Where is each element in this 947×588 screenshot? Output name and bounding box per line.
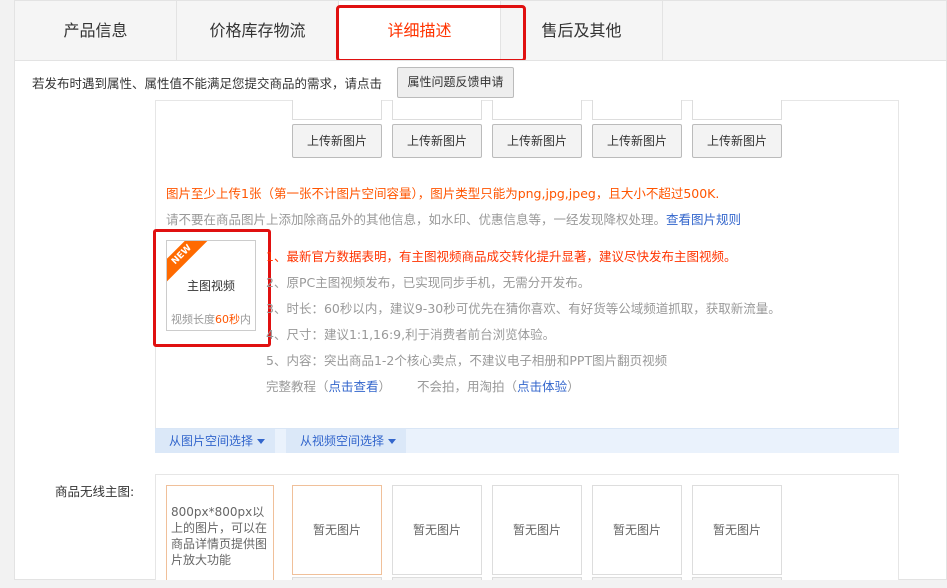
taopai-link[interactable]: 点击体验 [517, 379, 567, 394]
mobile-image-hint: 800px*800px以上的图片，可以在商品详情页提供图片放大功能 [166, 485, 274, 585]
attribute-notice: 若发布时遇到属性、属性值不能满足您提交商品的需求，请点击 [32, 76, 383, 91]
page-bottom-edge [0, 580, 947, 588]
tab-bar: 产品信息 价格库存物流 详细描述 售后及其他 [14, 0, 947, 61]
mobile-image-slot-1[interactable]: 暂无图片 [292, 485, 382, 575]
video-length-prefix: 视频长度 [171, 313, 215, 326]
tutorial-link[interactable]: 点击查看 [329, 379, 379, 394]
taopai-prefix: 不会拍，用淘拍（ [417, 379, 518, 394]
upload-image-button-3[interactable]: 上传新图片 [492, 124, 582, 158]
image-space-label: 从图片空间选择 [169, 434, 254, 448]
image-space-dropdown[interactable]: 从图片空间选择 [155, 429, 276, 453]
image-rules-link[interactable]: 查看图片规则 [666, 212, 741, 227]
video-space-dropdown[interactable]: 从视频空间选择 [286, 429, 407, 453]
video-length-suffix: 内 [240, 313, 251, 326]
video-length-value: 60秒 [215, 313, 240, 326]
video-tutorial-row: 完整教程（点击查看） 不会拍，用淘拍（点击体验） [266, 379, 781, 405]
tab-after-sales[interactable]: 售后及其他 [501, 1, 663, 61]
image-slot-1[interactable] [292, 100, 382, 120]
image-slot-3[interactable] [492, 100, 582, 120]
image-requirement-warning: 图片至少上传1张（第一张不计图片空间容量），图片类型只能为png,jpg,jpe… [166, 186, 720, 201]
chevron-down-icon [257, 439, 266, 444]
mobile-image-slot-3[interactable]: 暂无图片 [492, 485, 582, 575]
main-video-upload[interactable]: NEW 主图视频 视频长度60秒内 [166, 240, 256, 331]
attribute-feedback-button[interactable]: 属性问题反馈申请 [397, 67, 514, 98]
tutorial-prefix: 完整教程（ [266, 379, 329, 394]
tutorial-suffix: ） [378, 379, 392, 394]
mobile-main-image-label: 商品无线主图: [55, 484, 135, 499]
tab-detailed-description[interactable]: 详细描述 [339, 1, 501, 61]
chevron-down-icon [388, 439, 397, 444]
video-tip-5: 5、内容：突出商品1-2个核心卖点，不建议电子相册和PPT图片翻页视频 [266, 353, 668, 368]
upload-image-button-5[interactable]: 上传新图片 [692, 124, 782, 158]
main-video-title: 主图视频 [186, 279, 235, 293]
taopai-suffix: ） [567, 379, 580, 394]
tab-product-info[interactable]: 产品信息 [15, 1, 177, 61]
video-length-note: 视频长度60秒内 [167, 311, 255, 327]
video-tips-list: 1、最新官方数据表明，有主图视频商品成交转化提升显著，建议尽快发布主图视频。 2… [266, 249, 781, 405]
image-slot-2[interactable] [392, 100, 482, 120]
mobile-image-slot-4[interactable]: 暂无图片 [592, 485, 682, 575]
video-tip-2: 2、原PC主图视频发布，已实现同步手机，无需分开发布。 [266, 275, 591, 290]
mobile-image-slot-2[interactable]: 暂无图片 [392, 485, 482, 575]
video-space-label: 从视频空间选择 [300, 434, 385, 448]
upload-image-button-4[interactable]: 上传新图片 [592, 124, 682, 158]
mobile-image-slot-5[interactable]: 暂无图片 [692, 485, 782, 575]
space-select-bar: 从图片空间选择 从视频空间选择 [155, 428, 899, 453]
video-tip-3: 3、时长：60秒以内，建议9-30秒可优先在猜你喜欢、有好货等公域频道抓取，获取… [266, 301, 781, 316]
image-slot-5[interactable] [692, 100, 782, 120]
tab-price-stock-logistics[interactable]: 价格库存物流 [177, 1, 339, 61]
image-rule-tip: 请不要在商品图片上添加除商品外的其他信息，如水印、优惠信息等，一经发现降权处理。… [166, 209, 741, 228]
upload-image-button-2[interactable]: 上传新图片 [392, 124, 482, 158]
video-tip-1: 1、最新官方数据表明，有主图视频商品成交转化提升显著，建议尽快发布主图视频。 [266, 249, 737, 264]
image-slot-4[interactable] [592, 100, 682, 120]
upload-image-button-1[interactable]: 上传新图片 [292, 124, 382, 158]
video-tip-4: 4、尺寸：建议1:1,16:9,利于消费者前台浏览体验。 [266, 327, 556, 342]
image-rule-tip-text: 请不要在商品图片上添加除商品外的其他信息，如水印、优惠信息等，一经发现降权处理。 [166, 212, 667, 227]
